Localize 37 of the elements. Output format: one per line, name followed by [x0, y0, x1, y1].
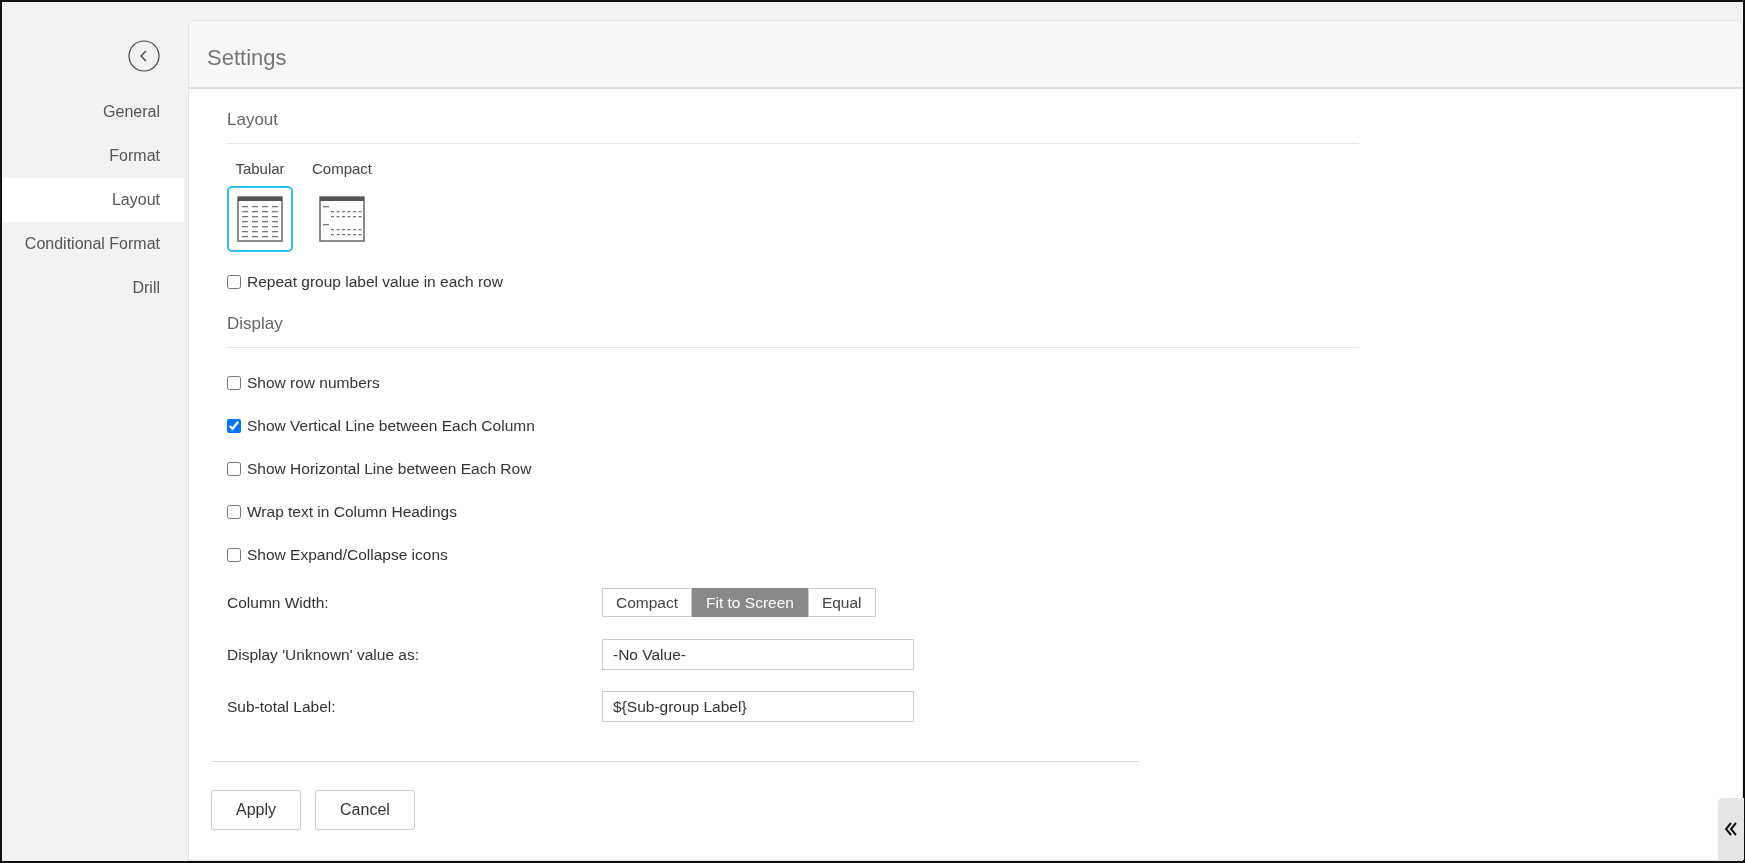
sidebar-item[interactable]: Format: [2, 134, 184, 178]
sidebar-item[interactable]: Drill: [2, 266, 184, 310]
field-label: Display 'Unknown' value as:: [227, 644, 420, 665]
table-layout-icon: [319, 196, 365, 242]
double-chevron-icon: [1724, 821, 1738, 837]
panel-title: Settings: [189, 21, 1742, 89]
action-button[interactable]: Cancel: [315, 789, 415, 830]
field-label: Column Width:: [227, 592, 330, 613]
layout-option-label: Compact: [312, 158, 372, 179]
input-field[interactable]: ${Sub-group Label}: [602, 691, 914, 722]
checkbox-label: Show Expand/Collapse icons: [247, 545, 448, 566]
field-label: Sub-total Label:: [227, 696, 337, 717]
checkbox[interactable]: [227, 419, 241, 433]
checkbox[interactable]: [227, 462, 241, 476]
action-button[interactable]: Apply: [211, 789, 302, 830]
layout-option[interactable]: [227, 186, 293, 252]
sidebar-item[interactable]: Conditional Format: [2, 222, 184, 266]
section-heading: Layout: [227, 107, 1359, 144]
input-field[interactable]: -No Value-: [602, 639, 914, 670]
checkbox[interactable]: [227, 274, 241, 289]
checkbox-label: Repeat group label value in each row: [247, 271, 503, 292]
sidebar-item[interactable]: General: [2, 90, 184, 134]
segment-option[interactable]: Fit to Screen: [692, 587, 808, 618]
segment-option[interactable]: Equal: [807, 587, 876, 618]
checkbox-label: Show row numbers: [247, 373, 380, 394]
checkbox[interactable]: [227, 505, 241, 519]
checkbox-label: Show Vertical Line between Each Column: [247, 416, 535, 437]
layout-option-label: Tabular: [235, 158, 285, 179]
section-heading: Display: [227, 311, 1359, 348]
collapse-tab[interactable]: [1718, 798, 1744, 860]
checkbox-label: Show Horizontal Line between Each Row: [247, 459, 532, 480]
checkbox-label: Wrap text in Column Headings: [247, 502, 457, 523]
table-layout-icon: [237, 196, 283, 242]
checkbox[interactable]: [227, 548, 241, 562]
sidebar-item[interactable]: Layout: [2, 178, 184, 222]
segment-option[interactable]: Compact: [602, 587, 693, 618]
checkbox[interactable]: [227, 376, 241, 390]
